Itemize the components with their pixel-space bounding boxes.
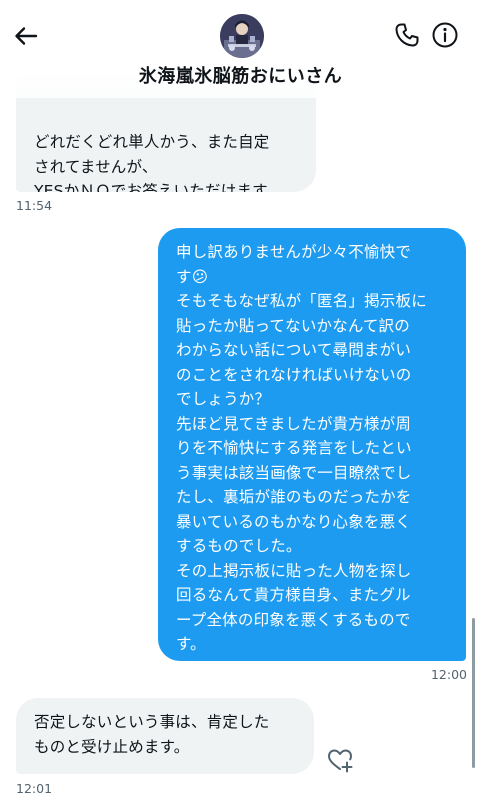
avatar[interactable] (220, 14, 264, 58)
message-text: どれだくどれ単人かう、また自定 されてませんが、 YESかＮＯでお答えいただけま… (34, 133, 270, 192)
message-timestamp: 12:01 (16, 781, 53, 796)
conversation-title[interactable]: 氷海嵐氷脳筋おにいさん (0, 62, 481, 88)
info-icon[interactable] (430, 20, 460, 50)
heart-plus-icon[interactable] (326, 746, 354, 774)
scrollbar[interactable] (472, 618, 475, 768)
conversation-header: 氷海嵐氷脳筋おにいさん (0, 0, 481, 98)
message-text: 申し訳ありませんが少々不愉快で す😕 そもそもなぜ私が「匿名」掲示板に 貼ったか… (176, 243, 427, 653)
arrow-left-icon[interactable] (12, 22, 40, 50)
message-text: 否定しないという事は、肯定した ものと受け止めます。 (34, 713, 270, 756)
incoming-message-bubble[interactable]: 否定しないという事は、肯定した ものと受け止めます。 (16, 698, 314, 774)
message-list[interactable]: どれだくどれ単人かう、また自定 されてませんが、 YESかＮＯでお答えいただけま… (0, 0, 481, 800)
message-timestamp: 11:54 (16, 198, 53, 213)
outgoing-message-bubble[interactable]: 申し訳ありませんが少々不愉快で す😕 そもそもなぜ私が「匿名」掲示板に 貼ったか… (158, 228, 466, 661)
message-timestamp: 12:00 (430, 667, 467, 682)
phone-icon[interactable] (393, 21, 421, 49)
